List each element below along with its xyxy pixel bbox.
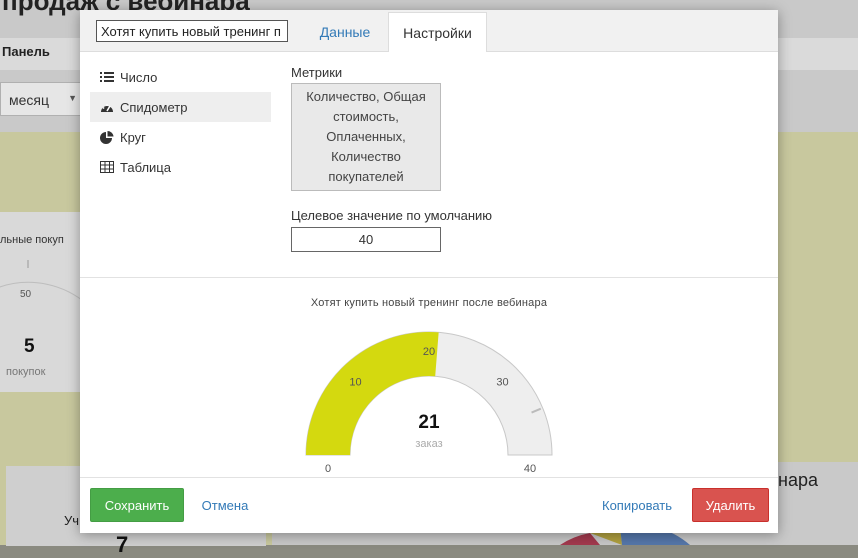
metrics-line: Количество, Общая — [306, 89, 426, 104]
background-gauge-tick: 50 — [20, 289, 32, 300]
target-value-input[interactable] — [291, 227, 441, 252]
gauge-fill — [306, 332, 439, 455]
cancel-button[interactable]: Отмена — [190, 488, 260, 522]
metrics-line: Количество — [331, 149, 401, 164]
dashboard-icon — [101, 104, 113, 112]
metrics-line: Оплаченных, — [326, 129, 406, 144]
chevron-down-icon: ▼ — [68, 93, 77, 103]
gauge-unit: заказ — [415, 438, 442, 450]
table-icon — [100, 161, 114, 173]
pie-chart-icon — [100, 130, 114, 144]
background-card-title: льные покуп — [0, 234, 64, 246]
list-icon — [100, 72, 114, 82]
target-value-label: Целевое значение по умолчанию — [291, 208, 493, 223]
widget-type-label: Круг — [120, 129, 146, 145]
gauge-title: Хотят купить новый тренинг после вебинар… — [310, 297, 548, 309]
gauge-tick-label: 30 — [496, 376, 508, 388]
widget-type-circle[interactable]: Круг — [90, 122, 271, 152]
background-right-title: нара — [778, 470, 818, 490]
background-card2-value: 7 — [116, 532, 129, 557]
widget-type-table[interactable]: Таблица — [90, 152, 271, 182]
delete-button[interactable]: Удалить — [692, 488, 769, 522]
period-select[interactable]: месяц ▼ — [0, 82, 82, 116]
widget-type-label: Спидометр — [120, 99, 188, 115]
widget-type-speedometer[interactable]: Спидометр — [90, 92, 271, 122]
widget-settings-modal: Данные Настройки Число Спидометр Круг — [80, 10, 778, 533]
background-gauge-unit: покупок — [6, 366, 46, 378]
widget-type-number[interactable]: Число — [90, 62, 271, 92]
tab-settings[interactable]: Настройки — [388, 12, 487, 52]
widget-name-input[interactable] — [96, 20, 288, 42]
gauge-tick-label: 10 — [349, 376, 361, 388]
modal-header: Данные Настройки — [80, 10, 778, 52]
tab-data[interactable]: Данные — [304, 12, 386, 52]
metrics-line: стоимость, — [333, 109, 399, 124]
background-gauge-value: 5 — [24, 336, 35, 357]
gauge-tick-label: 0 — [325, 463, 331, 475]
copy-button[interactable]: Копировать — [594, 488, 680, 522]
widget-type-label: Число — [120, 69, 158, 85]
period-select-value: месяц — [9, 92, 50, 108]
divider — [80, 277, 778, 278]
background-gauge — [0, 260, 89, 306]
metrics-line: покупателей — [328, 169, 404, 184]
save-button[interactable]: Сохранить — [90, 488, 184, 522]
gauge-tick-label: 40 — [524, 463, 536, 475]
gauge-tick-label: 20 — [423, 346, 435, 358]
speedometer-gauge: 0 10 20 30 40 21 заказ — [305, 331, 553, 475]
widget-type-label: Таблица — [120, 159, 171, 175]
metrics-select[interactable]: Количество, Общая стоимость, Оплаченных,… — [291, 83, 441, 191]
metrics-label: Метрики — [291, 65, 343, 80]
panel-tab[interactable]: Панель — [0, 38, 80, 70]
gauge-value: 21 — [418, 412, 440, 433]
background-card2-label: Уч — [64, 513, 80, 528]
modal-footer: Сохранить Отмена Копировать Удалить — [80, 478, 778, 533]
